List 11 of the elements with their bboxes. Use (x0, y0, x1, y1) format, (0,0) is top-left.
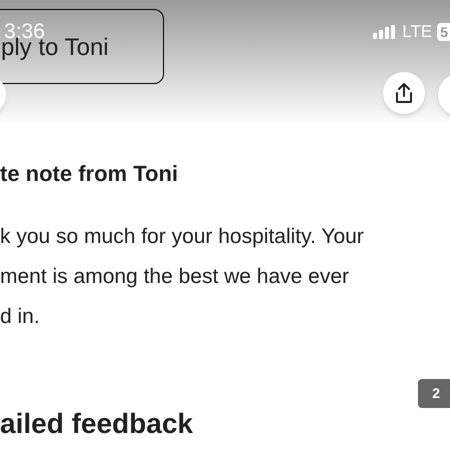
signal-icon (373, 25, 398, 39)
note-text-line: d in. (0, 304, 41, 330)
section-heading: ailed feedback (0, 408, 194, 440)
note-title: te note from Toni (0, 160, 180, 188)
page-counter: 2 (418, 379, 450, 408)
note-text-line: ment is among the best we have ever (0, 264, 350, 290)
share-icon (394, 82, 414, 104)
network-label: LTE (402, 21, 432, 44)
share-button[interactable] (383, 72, 425, 114)
note-text-line: k you so much for your hospitality. Your (0, 224, 365, 250)
battery-indicator: 5 (437, 23, 450, 41)
